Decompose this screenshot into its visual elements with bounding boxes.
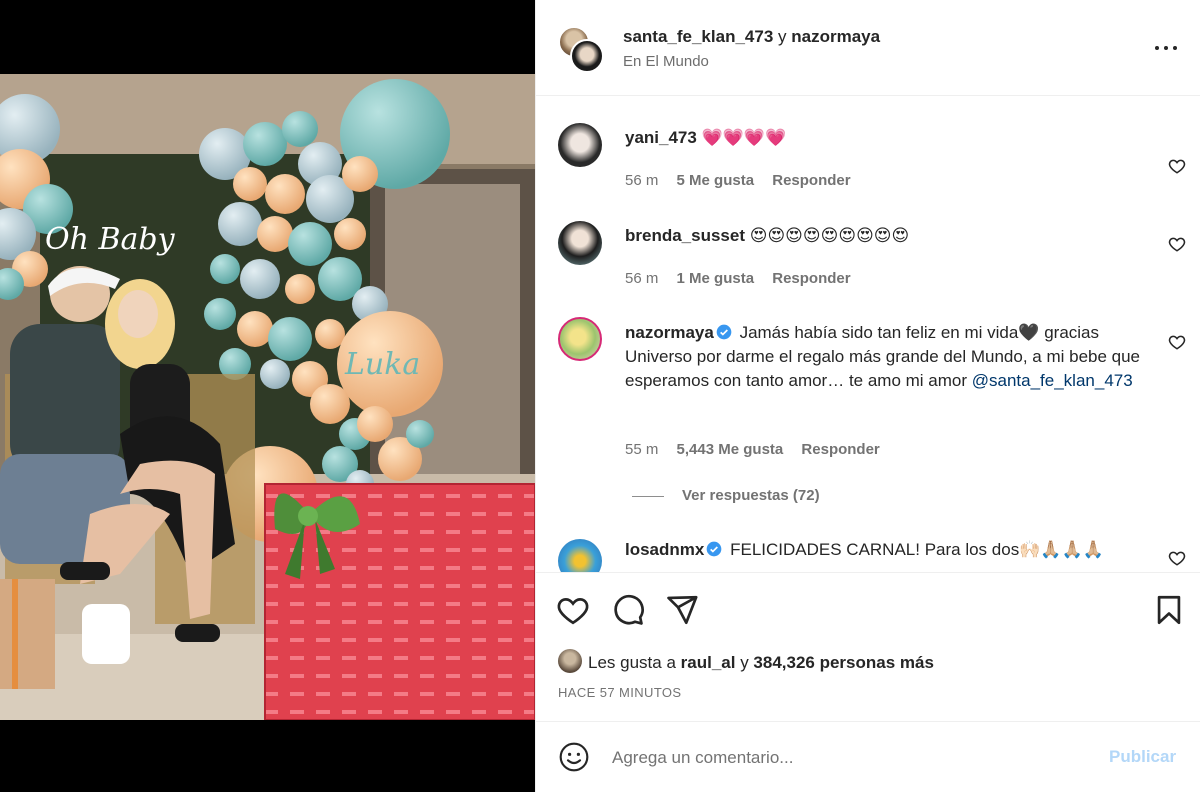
post-timestamp[interactable]: HACE 57 MINUTOS [558, 685, 682, 700]
liker-username-link[interactable]: raul_al [681, 653, 736, 672]
comment-time: 56 m [625, 270, 659, 287]
comment-body: FELICIDADES CARNAL! Para los dos🙌🏻🙏🏼🙏🏼🙏🏼 [730, 540, 1104, 559]
post-header: santa_fe_klan_473 y nazormaya En El Mund… [536, 0, 1200, 96]
heart-icon[interactable] [1168, 549, 1186, 567]
post-authors: santa_fe_klan_473 y nazormaya [623, 27, 880, 47]
comment-input[interactable] [612, 744, 1092, 772]
comment-body: 😍😍😍😍😍😍😍😍😍 [749, 226, 910, 245]
comment-meta: 56 m 1 Me gusta Responder [625, 270, 865, 287]
luka-balloon-text: Luka [344, 347, 420, 382]
comment-username[interactable]: yani_473 [625, 128, 697, 147]
comments-list[interactable]: yani_473 💗💗💗💗 56 m 5 Me gusta Responder … [536, 97, 1200, 572]
likes-joiner: y [740, 653, 749, 672]
comment-text: brenda_susset 😍😍😍😍😍😍😍😍😍 [625, 224, 1145, 248]
comment-meta: 56 m 5 Me gusta Responder [625, 172, 865, 189]
oh-baby-neon-sign: Oh Baby [45, 222, 176, 257]
post-side-panel: santa_fe_klan_473 y nazormaya En El Mund… [535, 0, 1200, 792]
comment-meta: 55 m 5,443 Me gusta Responder [625, 441, 894, 458]
header-avatars[interactable] [558, 26, 604, 73]
replies-divider [632, 495, 664, 497]
comment-likes-count[interactable]: 1 Me gusta [677, 270, 755, 287]
heart-icon[interactable] [1168, 333, 1186, 351]
baby-shower-photo: Luka Oh Baby [0, 74, 535, 720]
authors-joiner: y [778, 27, 787, 46]
more-options-button[interactable] [1154, 36, 1180, 60]
publish-button[interactable]: Publicar [1109, 747, 1176, 767]
avatar[interactable] [558, 649, 582, 673]
likes-count-link[interactable]: 384,326 personas más [753, 653, 934, 672]
view-replies-button[interactable]: Ver respuestas (72) [632, 487, 820, 504]
post-photo-pane: Luka Oh Baby [0, 0, 535, 792]
comment-composer: Publicar [536, 722, 1200, 792]
coauthor-username-link[interactable]: nazormaya [791, 27, 880, 46]
comment-likes-count[interactable]: 5,443 Me gusta [677, 441, 784, 458]
avatar[interactable] [558, 221, 602, 265]
comment-text: nazormaya Jamás había sido tan feliz en … [625, 321, 1145, 393]
avatar[interactable] [558, 123, 602, 167]
comment-time: 56 m [625, 172, 659, 189]
reply-button[interactable]: Responder [801, 441, 879, 458]
avatar[interactable] [558, 317, 602, 361]
emoji-icon[interactable] [558, 741, 590, 773]
post-photo[interactable]: Luka Oh Baby [0, 74, 535, 720]
view-replies-label: Ver respuestas (72) [682, 487, 820, 504]
comment-text: losadnmx FELICIDADES CARNAL! Para los do… [625, 538, 1145, 562]
verified-badge-icon [707, 541, 722, 557]
reply-button[interactable]: Responder [772, 172, 850, 189]
comment-username[interactable]: nazormaya [625, 323, 714, 342]
comment-username[interactable]: losadnmx [625, 540, 704, 559]
heart-icon[interactable] [1168, 157, 1186, 175]
comment-body: 💗💗💗💗 [701, 128, 787, 147]
comment-text: yani_473 💗💗💗💗 [625, 126, 1145, 150]
comment-time: 55 m [625, 441, 659, 458]
send-icon[interactable] [665, 593, 699, 627]
post-location[interactable]: En El Mundo [623, 53, 709, 70]
comment-username[interactable]: brenda_susset [625, 226, 745, 245]
verified-badge-icon [716, 324, 732, 340]
author-username-link[interactable]: santa_fe_klan_473 [623, 27, 773, 46]
post-actions: Les gusta a raul_al y 384,326 personas m… [536, 572, 1200, 722]
reply-button[interactable]: Responder [772, 270, 850, 287]
bookmark-icon[interactable] [1152, 593, 1186, 627]
avatar [570, 39, 604, 73]
comment-likes-count[interactable]: 5 Me gusta [677, 172, 755, 189]
likes-prefix: Les gusta a [588, 653, 676, 672]
comment-icon[interactable] [611, 593, 645, 627]
mention-link[interactable]: @santa_fe_klan_473 [972, 371, 1133, 390]
heart-icon[interactable] [1168, 235, 1186, 253]
avatar[interactable] [558, 539, 602, 572]
more-horizontal-icon [1155, 46, 1159, 50]
likes-summary: Les gusta a raul_al y 384,326 personas m… [558, 649, 934, 673]
heart-icon[interactable] [556, 593, 590, 627]
